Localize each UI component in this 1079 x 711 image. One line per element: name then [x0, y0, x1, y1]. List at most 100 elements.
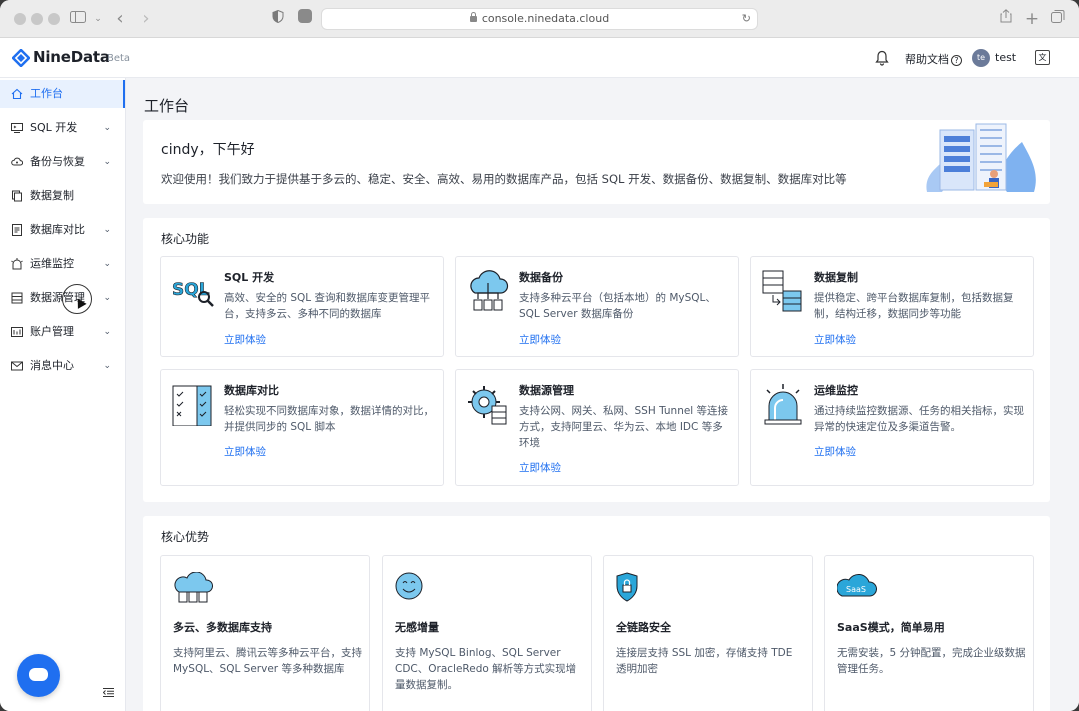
- sidebar-item-workbench[interactable]: 工作台: [0, 80, 125, 108]
- site-favicon-icon: [295, 9, 315, 29]
- advantage-title: 多云、多数据库支持: [173, 621, 272, 634]
- feature-card-monitor[interactable]: 运维监控 通过持续监控数据源、任务的相关指标，实现异常的快速定位及多渠道告警。 …: [750, 369, 1034, 486]
- advantage-desc: 支持阿里云、腾讯云等多种云平台，支持 MySQL、SQL Server 等多种数…: [173, 647, 362, 675]
- feature-title: 数据复制: [814, 271, 858, 284]
- feature-desc: 提供稳定、跨平台数据库复制，包括数据复制，结构迁移，数据同步等功能: [814, 292, 1014, 320]
- try-now-link[interactable]: 立即体验: [519, 332, 561, 347]
- ninedata-logo-icon[interactable]: [12, 49, 30, 67]
- feature-desc: 轻松实现不同数据库对象，数据详情的对比，并提供同步的 SQL 脚本: [224, 405, 434, 433]
- minimize-window-button[interactable]: [31, 13, 43, 25]
- sidebar-item-label: 账户管理: [30, 325, 74, 338]
- avatar[interactable]: te: [972, 49, 990, 67]
- share-icon[interactable]: [996, 9, 1016, 29]
- advantage-desc: 无需安装，5 分钟配置，完成企业级数据管理任务。: [837, 647, 1026, 675]
- collapse-sidebar-icon[interactable]: [103, 688, 114, 697]
- privacy-shield-icon[interactable]: [268, 9, 288, 29]
- sidebar-item-label: SQL 开发: [30, 121, 78, 134]
- sidebar-item-compare[interactable]: 数据库对比 ⌄: [0, 216, 125, 244]
- chevron-down-icon: ⌄: [103, 293, 111, 303]
- sql-icon: SQL: [172, 280, 214, 307]
- chevron-down-icon: ⌄: [103, 361, 111, 371]
- feature-card-backup[interactable]: 数据备份 支持多种云平台（包括本地）的 MySQL、SQL Server 数据库…: [455, 256, 739, 357]
- cloud-backup-icon: [11, 157, 23, 166]
- sidebar-item-label: 消息中心: [30, 359, 74, 372]
- replication-icon: [762, 270, 802, 312]
- advantage-card-security: 全链路安全 连接层支持 SSL 加密，存储支持 TDE 透明加密: [603, 555, 813, 711]
- sidebar-item-account[interactable]: 账户管理 ⌄: [0, 318, 125, 346]
- chat-support-button[interactable]: [17, 654, 60, 697]
- chevron-down-icon: ⌄: [103, 327, 111, 337]
- home-icon: [11, 88, 23, 100]
- sidebar-item-sql-dev[interactable]: SQL 开发 ⌄: [0, 114, 125, 142]
- chevron-down-icon: ⌄: [103, 157, 111, 167]
- feature-card-replication[interactable]: 数据复制 提供稳定、跨平台数据库复制，包括数据复制，结构迁移，数据同步等功能 立…: [750, 256, 1034, 357]
- feature-title: 数据源管理: [519, 384, 574, 397]
- user-name[interactable]: test: [995, 51, 1016, 64]
- try-now-link[interactable]: 立即体验: [224, 332, 266, 347]
- sidebar-item-messages[interactable]: 消息中心 ⌄: [0, 352, 125, 380]
- advantage-title: 全链路安全: [616, 621, 671, 634]
- core-features-title: 核心功能: [161, 232, 210, 246]
- advantage-title: 无感增量: [395, 621, 439, 634]
- help-docs-link[interactable]: 帮助文档?: [905, 51, 962, 67]
- saas-cloud-icon: SaaS: [837, 574, 877, 597]
- logo-text[interactable]: NineData: [33, 48, 110, 66]
- language-switch-icon[interactable]: 文: [1035, 50, 1050, 65]
- try-now-link[interactable]: 立即体验: [224, 444, 266, 459]
- sidebar-item-backup[interactable]: 备份与恢复 ⌄: [0, 148, 125, 176]
- forward-icon[interactable]: ›: [136, 9, 156, 29]
- beta-badge: Beta: [107, 53, 131, 64]
- lock-icon: [469, 12, 477, 22]
- advantage-card-multi-cloud: 多云、多数据库支持 支持阿里云、腾讯云等多种云平台，支持 MySQL、SQL S…: [160, 555, 370, 711]
- chevron-down-icon: ⌄: [103, 225, 111, 235]
- chevron-down-icon[interactable]: ⌄: [88, 9, 108, 29]
- help-docs-label: 帮助文档: [905, 53, 949, 66]
- feature-card-datasource[interactable]: 数据源管理 支持公网、网关、私网、SSH Tunnel 等连接方式，支持阿里云、…: [455, 369, 739, 486]
- alarm-icon: [764, 384, 802, 425]
- address-bar[interactable]: console.ninedata.cloud ↻: [321, 8, 758, 30]
- zoom-window-button[interactable]: [48, 13, 60, 25]
- feature-card-compare[interactable]: 数据库对比 轻松实现不同数据库对象，数据详情的对比，并提供同步的 SQL 脚本 …: [160, 369, 444, 486]
- compare-icon: [12, 224, 22, 236]
- app-header: NineData Beta 帮助文档? te test 文: [0, 38, 1079, 78]
- advantage-title: SaaS模式，简单易用: [837, 621, 945, 634]
- core-advantages-title: 核心优势: [161, 530, 210, 544]
- feature-desc: 支持多种云平台（包括本地）的 MySQL、SQL Server 数据库备份: [519, 292, 716, 320]
- advantage-card-saas: SaaS SaaS模式，简单易用 无需安装，5 分钟配置，完成企业级数据管理任务…: [824, 555, 1034, 711]
- feature-desc: 通过持续监控数据源、任务的相关指标，实现异常的快速定位及多渠道告警。: [814, 405, 1024, 433]
- gear-datasource-icon: [468, 386, 507, 425]
- chevron-down-icon: ⌄: [103, 259, 111, 269]
- svg-text:SQL: SQL: [172, 280, 210, 300]
- sidebar-toggle-icon[interactable]: [68, 9, 88, 29]
- url-text: console.ninedata.cloud: [481, 12, 610, 25]
- sidebar-item-label: 备份与恢复: [30, 155, 85, 168]
- sidebar-item-label: 数据库对比: [30, 223, 85, 236]
- close-window-button[interactable]: [14, 13, 26, 25]
- smile-icon: [395, 572, 423, 600]
- sidebar-item-monitor[interactable]: 运维监控 ⌄: [0, 250, 125, 278]
- question-icon: ?: [951, 55, 962, 66]
- feature-title: 运维监控: [814, 384, 858, 397]
- datasource-icon: [11, 292, 23, 304]
- sidebar-item-label: 数据复制: [30, 189, 74, 202]
- bell-icon[interactable]: [875, 50, 889, 66]
- mail-icon: [11, 361, 23, 371]
- try-now-link[interactable]: 立即体验: [814, 332, 856, 347]
- back-icon[interactable]: ‹: [110, 9, 130, 29]
- try-now-link[interactable]: 立即体验: [814, 444, 856, 459]
- tab-overview-icon[interactable]: [1048, 9, 1068, 29]
- browser-window: ⌄ ‹ › console.ninedata.cloud ↻ + NineDat…: [0, 0, 1079, 711]
- feature-desc: 高效、安全的 SQL 查询和数据库变更管理平台，支持多云、多种不同的数据库: [224, 292, 430, 320]
- reload-icon[interactable]: ↻: [742, 9, 751, 29]
- feature-title: 数据库对比: [224, 384, 279, 397]
- advantage-desc: 连接层支持 SSL 加密，存储支持 TDE 透明加密: [616, 647, 793, 675]
- advantage-desc: 支持 MySQL Binlog、SQL Server CDC、OracleRed…: [395, 647, 577, 691]
- try-now-link[interactable]: 立即体验: [519, 460, 561, 475]
- shield-lock-icon: [616, 572, 638, 602]
- sidebar-item-replication[interactable]: 数据复制: [0, 182, 125, 210]
- copy-icon: [12, 190, 22, 202]
- new-tab-icon[interactable]: +: [1022, 9, 1042, 29]
- feature-card-sql-dev[interactable]: SQL SQL 开发 高效、安全的 SQL 查询和数据库变更管理平台，支持多云、…: [160, 256, 444, 357]
- checklist-icon: [172, 385, 212, 426]
- account-icon: [11, 327, 23, 337]
